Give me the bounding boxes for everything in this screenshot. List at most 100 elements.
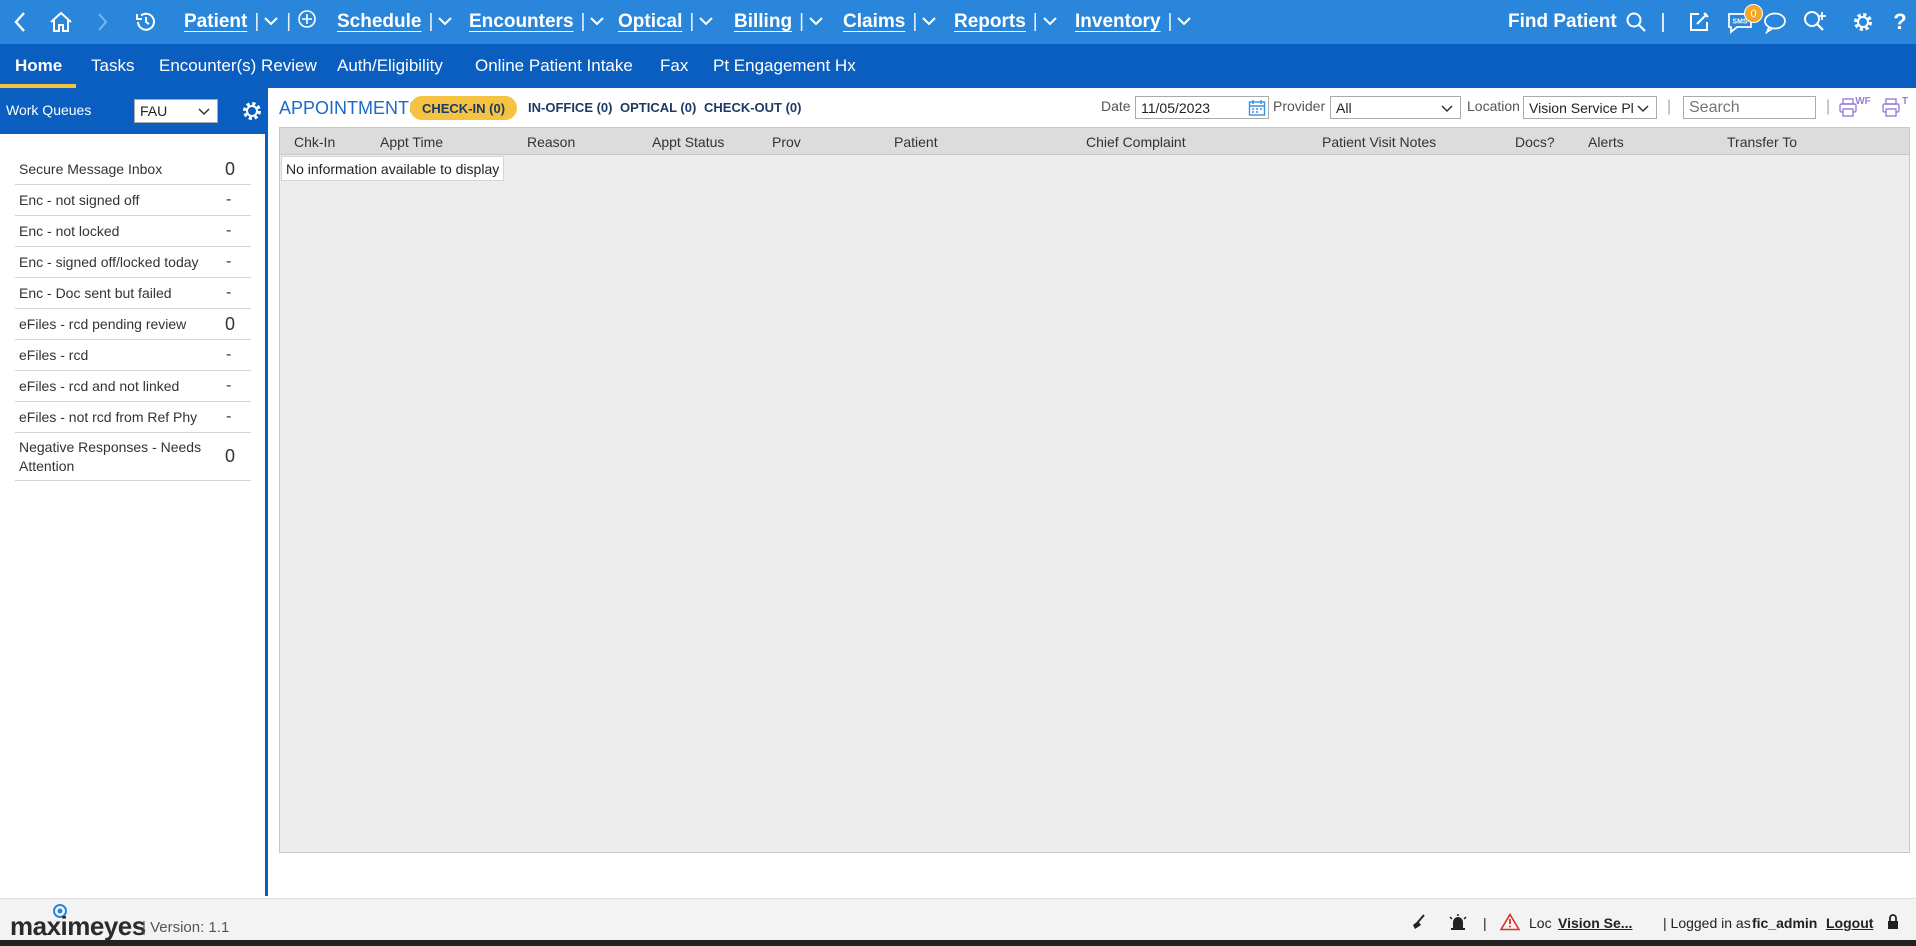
- location-footer-link[interactable]: Vision Se...: [1558, 915, 1632, 931]
- menu-reports-label[interactable]: Reports: [954, 11, 1026, 33]
- list-item-count: -: [226, 284, 232, 301]
- print-workflow-icon[interactable]: WF: [1839, 96, 1871, 125]
- location-select[interactable]: Vision Service Plan: [1523, 96, 1657, 119]
- provider-label: Provider: [1273, 98, 1326, 114]
- status-tab-check-in[interactable]: CHECK-IN (0): [410, 96, 517, 120]
- list-item[interactable]: eFiles - not rcd from Ref Phy -: [15, 402, 251, 433]
- forward-icon[interactable]: [92, 0, 112, 44]
- location-label: Location: [1467, 98, 1520, 114]
- find-patient-label[interactable]: Find Patient: [1508, 11, 1617, 33]
- column-header[interactable]: Reason: [527, 134, 575, 150]
- menu-encounters[interactable]: Encounters |: [469, 0, 605, 44]
- column-header[interactable]: Chief Complaint: [1086, 134, 1186, 150]
- list-item[interactable]: Enc - Doc sent but failed -: [15, 278, 251, 309]
- column-header[interactable]: Patient Visit Notes: [1322, 134, 1436, 150]
- tab-tasks[interactable]: Tasks: [91, 44, 134, 88]
- tab-pt-engagement-hx[interactable]: Pt Engagement Hx: [713, 44, 856, 88]
- menu-encounters-label[interactable]: Encounters: [469, 11, 574, 33]
- list-item[interactable]: Negative Responses - Needs Attention 0: [15, 433, 251, 481]
- chevron-down-icon[interactable]: [589, 11, 605, 33]
- menu-claims[interactable]: Claims |: [843, 0, 937, 44]
- menu-schedule[interactable]: Schedule |: [337, 0, 453, 44]
- status-tab-in-office[interactable]: IN-OFFICE (0): [528, 100, 613, 115]
- back-icon[interactable]: [8, 0, 32, 44]
- work-queues-title: Work Queues: [6, 102, 92, 118]
- edit-note-icon[interactable]: [1684, 0, 1714, 44]
- chat-icon[interactable]: [1760, 0, 1790, 44]
- menu-patient-label[interactable]: Patient: [184, 11, 247, 33]
- location-value: Vision Service Plan: [1529, 99, 1634, 116]
- list-item-label: Secure Message Inbox: [19, 160, 163, 177]
- list-item[interactable]: Secure Message Inbox 0: [15, 154, 251, 185]
- provider-select[interactable]: All: [1330, 96, 1461, 119]
- gear-icon[interactable]: [240, 99, 264, 128]
- column-header[interactable]: Patient: [894, 134, 938, 150]
- chevron-down-icon[interactable]: [1042, 11, 1058, 33]
- column-header[interactable]: Alerts: [1588, 134, 1624, 150]
- search-icon[interactable]: [1625, 11, 1647, 33]
- add-patient-icon[interactable]: [297, 9, 317, 35]
- column-header[interactable]: Chk-In: [294, 134, 335, 150]
- column-header[interactable]: Prov: [772, 134, 801, 150]
- menu-schedule-label[interactable]: Schedule: [337, 11, 421, 33]
- list-item[interactable]: Enc - not locked -: [15, 216, 251, 247]
- list-item-count: -: [226, 377, 232, 394]
- list-item[interactable]: eFiles - rcd and not linked -: [15, 371, 251, 402]
- list-item-label: eFiles - not rcd from Ref Phy: [19, 408, 198, 425]
- column-header[interactable]: Appt Time: [380, 134, 443, 150]
- date-field[interactable]: 11/05/2023: [1135, 96, 1269, 119]
- divider: |: [1667, 98, 1672, 115]
- status-tab-optical[interactable]: OPTICAL (0): [620, 100, 696, 115]
- history-icon[interactable]: [132, 0, 160, 44]
- column-header[interactable]: Transfer To: [1727, 134, 1797, 150]
- menu-inventory-label[interactable]: Inventory: [1075, 11, 1161, 33]
- search-plus-icon[interactable]: [1800, 0, 1830, 44]
- logged-in-label: | Logged in as: [1663, 915, 1751, 931]
- divider: |: [1483, 915, 1487, 931]
- chevron-down-icon[interactable]: [698, 11, 714, 33]
- list-item[interactable]: eFiles - rcd -: [15, 340, 251, 371]
- alarm-icon[interactable]: [1448, 913, 1468, 934]
- top-nav-bar: Patient | | Schedule | Encounters | Opti…: [0, 0, 1916, 44]
- tab-auth-eligibility[interactable]: Auth/Eligibility: [337, 44, 443, 88]
- calendar-icon[interactable]: [1248, 99, 1266, 118]
- menu-billing-label[interactable]: Billing: [734, 11, 792, 33]
- logout-link[interactable]: Logout: [1826, 915, 1873, 931]
- chevron-down-icon[interactable]: [263, 11, 279, 33]
- work-queue-select[interactable]: FAU: [134, 99, 218, 123]
- column-header[interactable]: Appt Status: [652, 134, 724, 150]
- list-item[interactable]: Enc - signed off/locked today -: [15, 247, 251, 278]
- column-header[interactable]: Docs?: [1515, 134, 1555, 150]
- chevron-down-icon[interactable]: [437, 11, 453, 33]
- tab-fax[interactable]: Fax: [660, 44, 688, 88]
- gear-icon[interactable]: [1848, 0, 1878, 44]
- find-patient-button[interactable]: Find Patient: [1508, 0, 1647, 44]
- menu-optical[interactable]: Optical |: [618, 0, 714, 44]
- list-item[interactable]: Enc - not signed off -: [15, 185, 251, 216]
- chevron-down-icon[interactable]: [921, 11, 937, 33]
- appointments-search-input[interactable]: [1683, 96, 1816, 119]
- menu-inventory[interactable]: Inventory |: [1075, 0, 1192, 44]
- chevron-down-icon[interactable]: [1176, 11, 1192, 33]
- help-icon[interactable]: ?: [1890, 0, 1910, 44]
- tab-home[interactable]: Home: [15, 44, 62, 88]
- menu-reports[interactable]: Reports |: [954, 0, 1058, 44]
- lock-icon[interactable]: [1886, 913, 1900, 934]
- warning-icon[interactable]: [1499, 912, 1521, 934]
- broom-icon[interactable]: [1410, 913, 1428, 934]
- provider-value: All: [1336, 99, 1352, 116]
- list-item[interactable]: eFiles - rcd pending review 0: [15, 309, 251, 340]
- main-tab-bar: Home Tasks Encounter(s) Review Auth/Elig…: [0, 44, 1916, 88]
- chevron-down-icon[interactable]: [808, 11, 824, 33]
- menu-patient[interactable]: Patient | |: [184, 0, 317, 44]
- date-value: 11/05/2023: [1141, 99, 1211, 116]
- menu-claims-label[interactable]: Claims: [843, 11, 905, 33]
- appointments-grid: Chk-In Appt Time Reason Appt Status Prov…: [279, 127, 1910, 853]
- menu-optical-label[interactable]: Optical: [618, 11, 682, 33]
- home-icon[interactable]: [46, 0, 76, 44]
- status-tab-check-out[interactable]: CHECK-OUT (0): [704, 100, 802, 115]
- tab-online-patient-intake[interactable]: Online Patient Intake: [475, 44, 633, 88]
- menu-billing[interactable]: Billing |: [734, 0, 824, 44]
- print-template-icon[interactable]: T: [1882, 96, 1912, 125]
- tab-encounters-review[interactable]: Encounter(s) Review: [159, 44, 317, 88]
